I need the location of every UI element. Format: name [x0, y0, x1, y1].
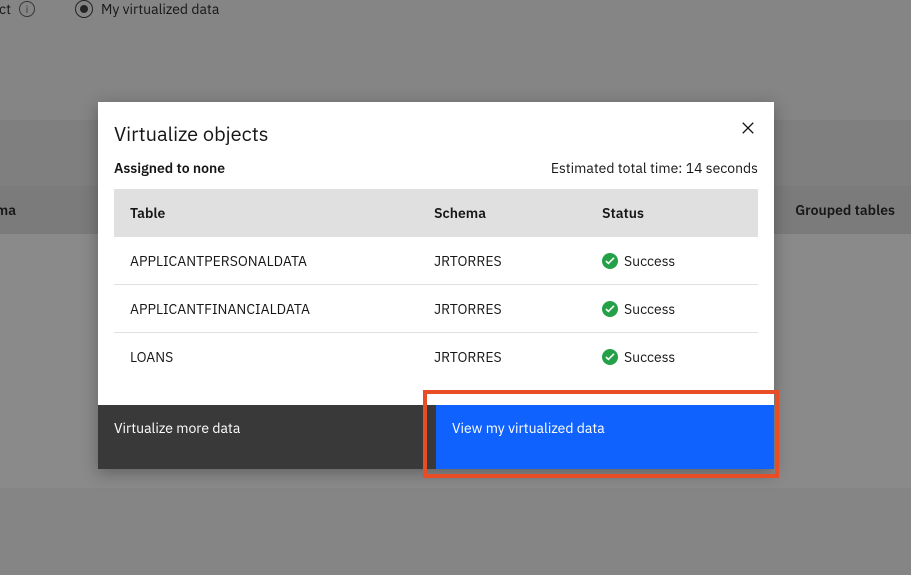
view-virtualized-button[interactable]: View my virtualized data [436, 405, 774, 469]
cell-schema: JRTORRES [434, 348, 602, 366]
col-header-table: Table [114, 204, 434, 222]
table-row: APPLICANTFINANCIALDATA JRTORRES Success [114, 285, 758, 333]
status-text: Success [624, 252, 675, 270]
col-header-status: Status [602, 204, 758, 222]
close-icon [741, 121, 755, 135]
cell-table: LOANS [114, 348, 434, 366]
virtualize-modal: Virtualize objects Assigned to none Esti… [98, 102, 774, 469]
cell-table: APPLICANTFINANCIALDATA [114, 300, 434, 318]
modal-header: Virtualize objects [98, 102, 774, 155]
col-header-schema: Schema [434, 204, 602, 222]
assigned-text: Assigned to none [114, 159, 225, 177]
results-table: Table Schema Status APPLICANTPERSONALDAT… [114, 189, 758, 381]
status-text: Success [624, 348, 675, 366]
cell-table: APPLICANTPERSONALDATA [114, 252, 434, 270]
cell-schema: JRTORRES [434, 300, 602, 318]
table-body: APPLICANTPERSONALDATA JRTORRES Success A… [114, 237, 758, 381]
table-header-row: Table Schema Status [114, 189, 758, 237]
success-icon [602, 301, 618, 317]
table-row: LOANS JRTORRES Success [114, 333, 758, 381]
cell-status: Success [602, 300, 758, 318]
modal-subheader: Assigned to none Estimated total time: 1… [98, 155, 774, 189]
virtualize-more-button[interactable]: Virtualize more data [98, 405, 436, 469]
table-row: APPLICANTPERSONALDATA JRTORRES Success [114, 237, 758, 285]
modal-title: Virtualize objects [114, 120, 758, 147]
close-button[interactable] [738, 118, 758, 138]
cell-status: Success [602, 348, 758, 366]
modal-footer: Virtualize more data View my virtualized… [98, 405, 774, 469]
eta-text: Estimated total time: 14 seconds [551, 159, 758, 177]
cell-status: Success [602, 252, 758, 270]
success-icon [602, 349, 618, 365]
cell-schema: JRTORRES [434, 252, 602, 270]
success-icon [602, 253, 618, 269]
status-text: Success [624, 300, 675, 318]
